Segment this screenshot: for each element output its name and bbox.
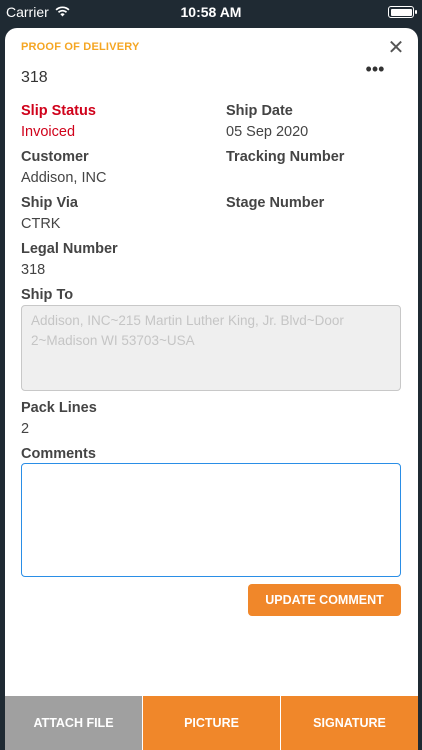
comments-label: Comments bbox=[21, 446, 96, 462]
pack-lines-value: 2 bbox=[21, 421, 30, 437]
pack-lines-label: Pack Lines bbox=[21, 400, 97, 416]
ship-to-label: Ship To bbox=[21, 287, 74, 303]
ship-via-value: CTRK bbox=[21, 216, 61, 232]
more-options-icon[interactable]: ••• bbox=[362, 60, 388, 78]
customer-value: Addison, INC bbox=[21, 170, 107, 186]
ship-via-label: Ship Via bbox=[21, 195, 78, 211]
status-bar: Carrier 10:58 AM bbox=[0, 0, 422, 24]
customer-label: Customer bbox=[21, 149, 89, 165]
ship-to-field: Addison, INC~215 Martin Luther King, Jr.… bbox=[21, 305, 401, 391]
proof-of-delivery-modal: PROOF OF DELIVERY ✕ 318 ••• Slip Status … bbox=[5, 28, 418, 750]
modal-title: PROOF OF DELIVERY bbox=[21, 41, 140, 53]
record-id: 318 bbox=[21, 69, 48, 86]
ship-date-label: Ship Date bbox=[226, 103, 293, 119]
battery-icon bbox=[388, 6, 417, 18]
stage-number-label: Stage Number bbox=[226, 195, 325, 211]
bottom-action-bar: ATTACH FILE PICTURE SIGNATURE bbox=[5, 696, 418, 750]
clock: 10:58 AM bbox=[180, 4, 242, 20]
ship-date-value: 05 Sep 2020 bbox=[226, 124, 309, 140]
legal-number-value: 318 bbox=[21, 262, 46, 278]
comments-input[interactable] bbox=[21, 463, 401, 577]
picture-button[interactable]: PICTURE bbox=[142, 696, 280, 750]
close-icon[interactable]: ✕ bbox=[386, 38, 406, 58]
update-comment-button[interactable]: UPDATE COMMENT bbox=[248, 584, 401, 616]
legal-number-label: Legal Number bbox=[21, 241, 118, 257]
slip-status-value: Invoiced bbox=[21, 124, 76, 140]
attach-file-button[interactable]: ATTACH FILE bbox=[5, 696, 142, 750]
tracking-number-label: Tracking Number bbox=[226, 149, 345, 165]
slip-status-label: Slip Status bbox=[21, 103, 96, 119]
signature-button[interactable]: SIGNATURE bbox=[280, 696, 418, 750]
